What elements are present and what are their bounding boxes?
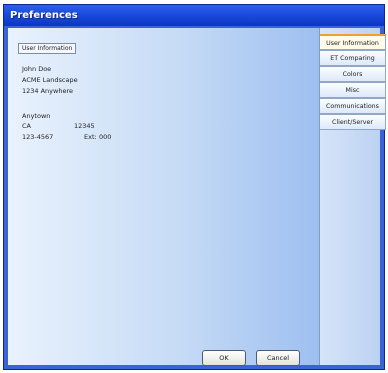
group-label-user-information: User Information <box>18 43 77 54</box>
extension-value: 000 <box>99 133 112 141</box>
tab-misc[interactable]: Misc <box>320 82 386 98</box>
state: CA <box>22 122 31 130</box>
ok-button[interactable]: OK <box>202 350 246 366</box>
tab-colors[interactable]: Colors <box>320 66 386 82</box>
tab-et-comparing[interactable]: ET Comparing <box>320 50 386 66</box>
preferences-window: Preferences User Information John Doe AC… <box>3 4 386 370</box>
street-address: 1234 Anywhere <box>22 87 73 95</box>
preferences-tab-strip: User Information ET Comparing Colors Mis… <box>320 28 386 365</box>
extension-label: Ext: <box>84 133 97 141</box>
phone-number: 123-4567 <box>22 133 54 141</box>
user-name: John Doe <box>22 65 52 73</box>
cancel-button[interactable]: Cancel <box>256 350 300 366</box>
window-title: Preferences <box>4 5 384 26</box>
dialog-client-area: User Information John Doe ACME Landscape… <box>8 28 386 366</box>
tab-communications[interactable]: Communications <box>320 98 386 114</box>
user-information-panel: User Information John Doe ACME Landscape… <box>8 28 320 366</box>
tab-user-information[interactable]: User Information <box>320 34 386 50</box>
city: Anytown <box>22 112 51 120</box>
company-name: ACME Landscape <box>22 76 78 84</box>
zip-code: 12345 <box>74 122 95 130</box>
tab-client-server[interactable]: Client/Server <box>320 114 386 130</box>
